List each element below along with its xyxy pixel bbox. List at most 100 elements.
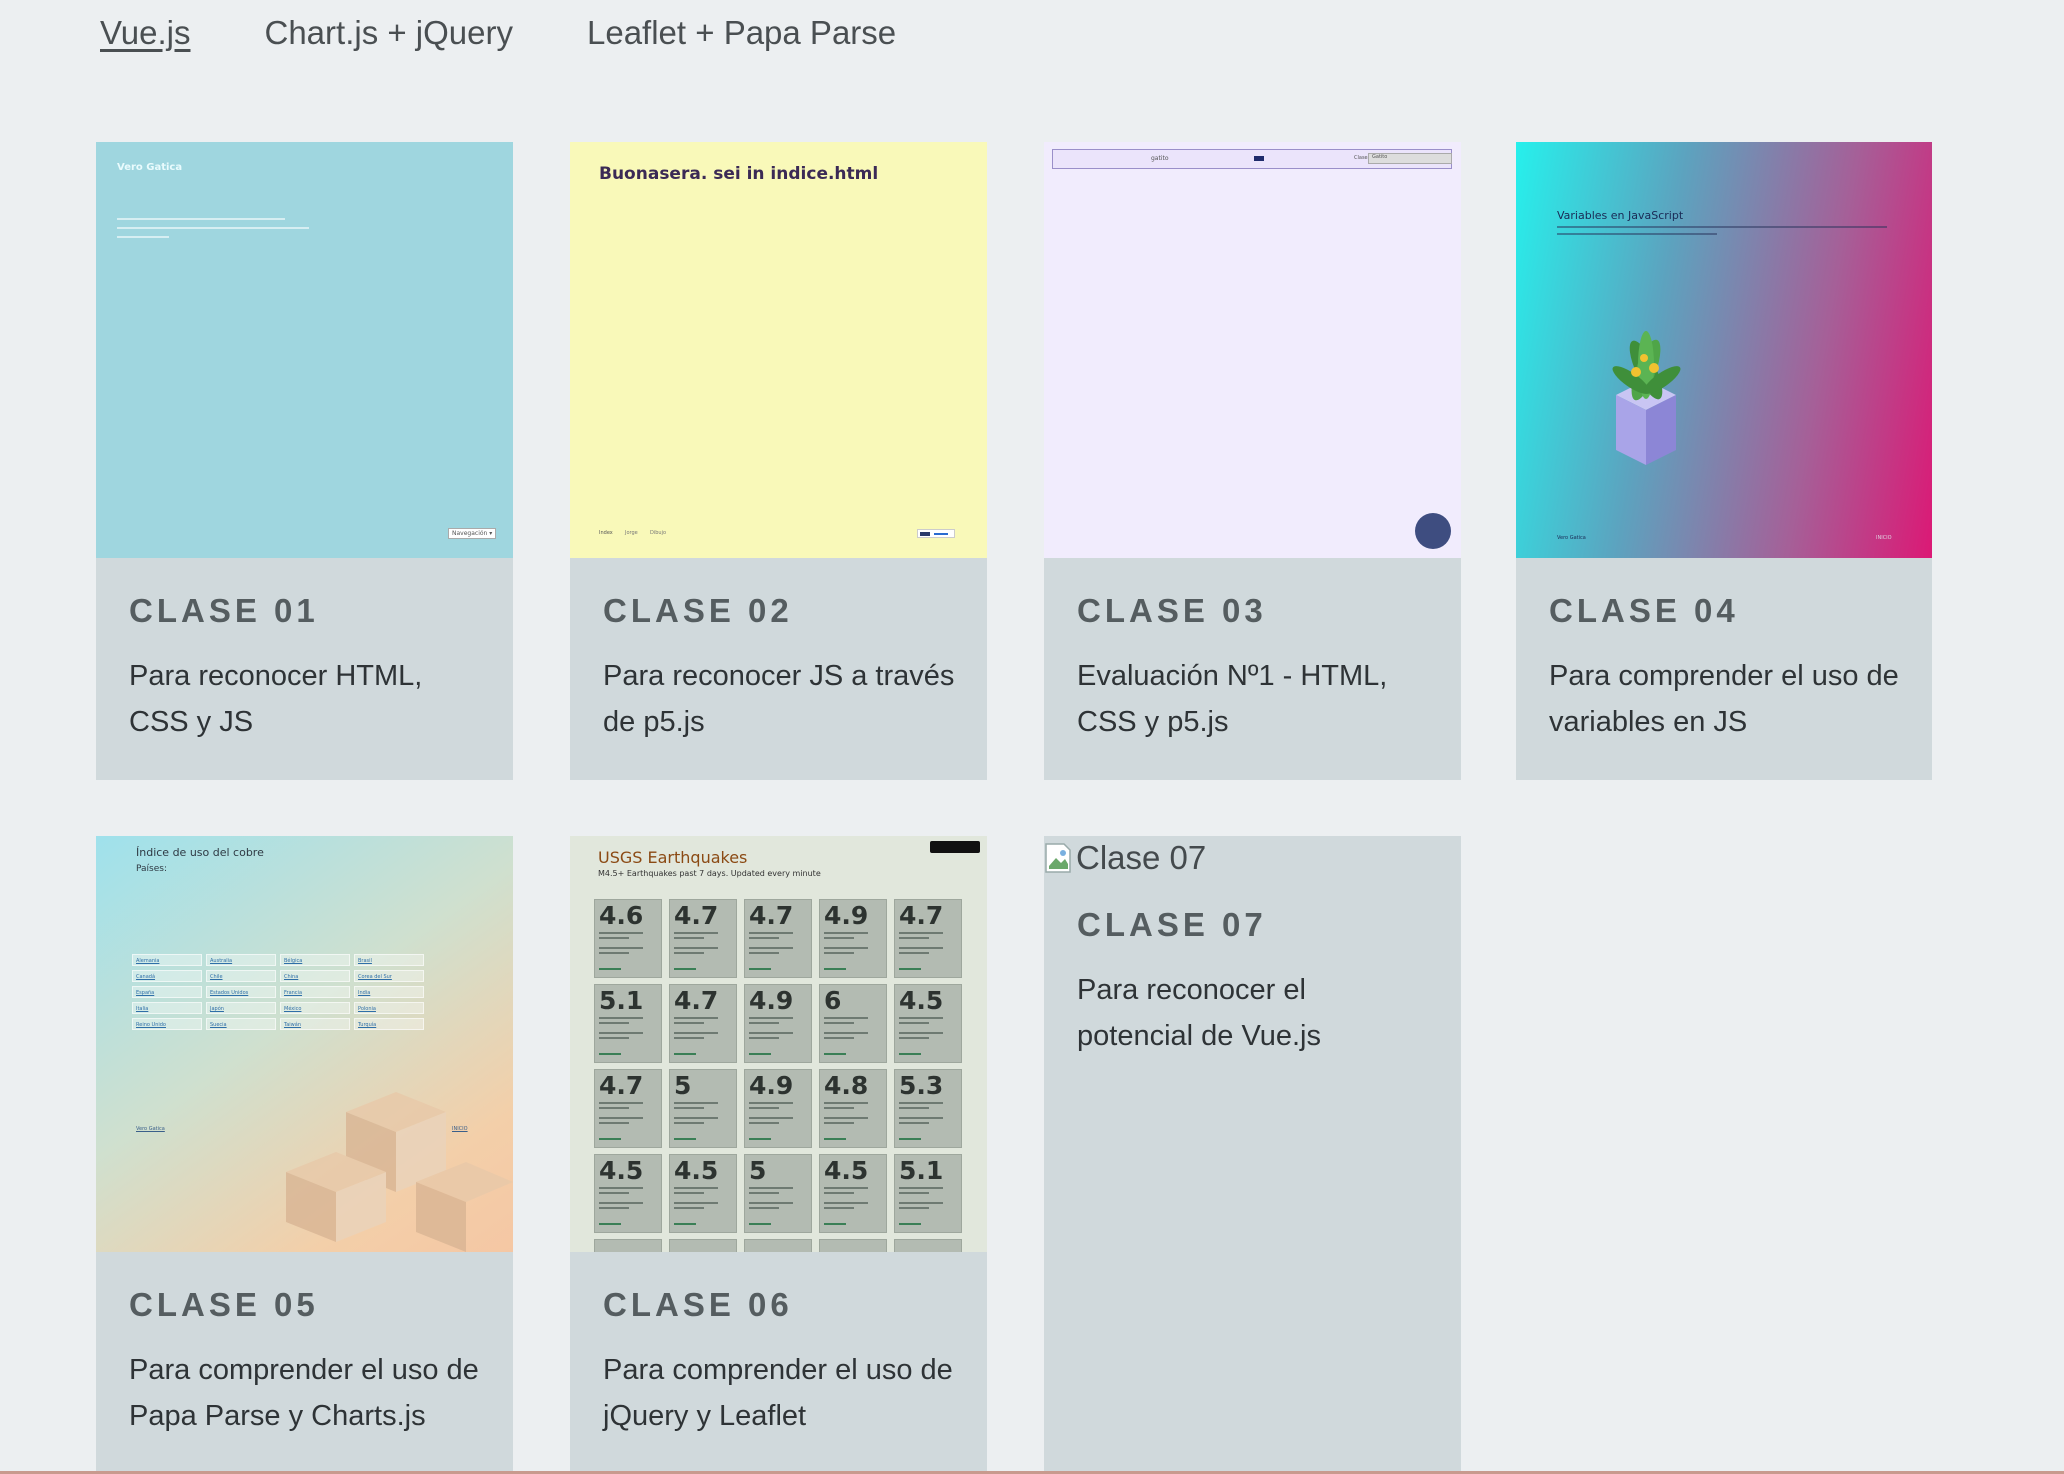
earthquake-magnitude: 4.7: [899, 901, 944, 930]
country-link: España: [132, 986, 202, 998]
earthquake-card: 4.9: [744, 1069, 812, 1148]
card-clase-06[interactable]: USGS Earthquakes M4.5+ Earthquakes past …: [570, 836, 987, 1474]
card-body: CLASE 02 Para reconocer JS a través de p…: [570, 558, 987, 780]
card-body: CLASE 01 Para reconocer HTML, CSS y JS: [96, 558, 513, 780]
earthquake-card: 4.9: [744, 984, 812, 1063]
card-clase-02[interactable]: Buonasera. sei in indice.html Index Jorg…: [570, 142, 987, 780]
thumb-title: Vero Gatica: [117, 162, 183, 173]
earthquake-magnitude: 4.7: [599, 1071, 644, 1100]
nav-leaflet-papaparse[interactable]: Leaflet + Papa Parse: [587, 14, 896, 52]
earthquake-card: 4.9: [819, 899, 887, 978]
country-link: China: [280, 970, 350, 982]
nav-chartjs-jquery[interactable]: Chart.js + jQuery: [265, 14, 514, 52]
card-clase-label: CLASE 01: [129, 592, 319, 629]
earthquake-card: 4.7: [744, 899, 812, 978]
country-link: Brasil: [354, 954, 424, 966]
country-link: Estados Unidos: [206, 986, 276, 998]
earthquake-magnitude: 4.5: [674, 1156, 719, 1185]
thumb-header-bar: gatito Clase Gatito: [1052, 149, 1452, 169]
country-link: Suecia: [206, 1018, 276, 1030]
thumb-footer-right: INICIO: [452, 1126, 468, 1132]
earthquake-card: 5.1: [594, 984, 662, 1063]
thumb-heading: Buonasera. sei in indice.html: [599, 164, 879, 184]
country-link: Canadá: [132, 970, 202, 982]
card-clase-label: CLASE 04: [1549, 592, 1739, 629]
top-nav: Vue.js Chart.js + jQuery Leaflet + Papa …: [100, 14, 896, 52]
card-clase-05[interactable]: Índice de uso del cobre Países: Alemania…: [96, 836, 513, 1474]
thumb-nav-1: Index: [599, 530, 613, 536]
thumb-heading: Índice de uso del cobre: [136, 846, 264, 859]
thumb-text-lines: [1557, 226, 1887, 235]
earthquake-card: 4.5: [594, 1154, 662, 1233]
thumb-heading: Variables en JavaScript: [1557, 209, 1684, 222]
plant-illustration: [1612, 331, 1681, 465]
earthquake-magnitude: 4.5: [824, 1156, 869, 1185]
card-clase-07[interactable]: Clase 07 CLASE 07 Para reconocer el pote…: [1044, 836, 1461, 1474]
earthquake-card: 5.3: [894, 1069, 962, 1148]
thumb-toggle: [930, 841, 980, 853]
country-link: Bélgica: [280, 954, 350, 966]
earthquake-card: 4.5: [819, 1154, 887, 1233]
card-body: CLASE 03 Evaluación Nº1 - HTML, CSS y p5…: [1044, 558, 1461, 780]
card-description: Para comprender el uso de Papa Parse y C…: [129, 1354, 479, 1432]
card-description: Para comprender el uso de jQuery y Leafl…: [603, 1354, 953, 1432]
thumb-nav-3: Dibujo: [650, 530, 667, 536]
card-clase-label: CLASE 03: [1077, 592, 1267, 629]
earthquake-magnitude: 4.7: [749, 901, 794, 930]
broken-image-icon: [1044, 842, 1074, 874]
earthquake-magnitude: 4.9: [749, 986, 794, 1015]
thumbnail-clase-06: USGS Earthquakes M4.5+ Earthquakes past …: [570, 836, 987, 1252]
card-clase-01[interactable]: Vero Gatica Navegación ▾ CLASE 01 Para r…: [96, 142, 513, 780]
earthquake-card: 4.7: [669, 984, 737, 1063]
thumb-text-block: [117, 218, 317, 238]
card-clase-03[interactable]: gatito Clase Gatito CLASE 03 Evaluación …: [1044, 142, 1461, 780]
class-grid: Vero Gatica Navegación ▾ CLASE 01 Para r…: [96, 142, 1932, 1474]
earthquake-card: 4.7: [894, 899, 962, 978]
thumb-footer-right: INICIO: [1876, 535, 1892, 541]
country-link: Japón: [206, 1002, 276, 1014]
earthquake-grid: 4.6 4.7 4.7 4.9 4.7 5.1 4.7 4.9 6 4.5 4.7 5 4.9 4.8 5.…: [594, 899, 974, 1252]
earthquake-magnitude: 4.9: [749, 1071, 794, 1100]
card-body: CLASE 04 Para comprender el uso de varia…: [1516, 558, 1932, 780]
earthquake-card: 4.5: [669, 1154, 737, 1233]
earthquake-magnitude: 4.6: [599, 901, 644, 930]
card-clase-label: CLASE 05: [129, 1286, 319, 1323]
card-clase-label: CLASE 02: [603, 592, 793, 629]
earthquake-card: 4.7: [669, 899, 737, 978]
thumbnail-clase-02: Buonasera. sei in indice.html Index Jorg…: [570, 142, 987, 558]
card-description: Para reconocer JS a través de p5.js: [603, 660, 955, 738]
earthquake-magnitude: 4.9: [824, 901, 869, 930]
earthquake-magnitude: 5.3: [899, 1071, 944, 1100]
earthquake-card: [669, 1239, 737, 1252]
thumbnail-clase-03: gatito Clase Gatito: [1044, 142, 1461, 558]
earthquake-card: 5.1: [894, 1154, 962, 1233]
thumb-circle-button: [1415, 513, 1451, 549]
card-description: Para reconocer el potencial de Vue.js: [1077, 974, 1321, 1052]
earthquake-magnitude: 5.1: [899, 1156, 944, 1185]
country-link: Francia: [280, 986, 350, 998]
thumb-nav-2: Jorge: [625, 530, 638, 536]
thumbnail-clase-07-broken: Clase 07: [1044, 836, 1461, 880]
card-description: Evaluación Nº1 - HTML, CSS y p5.js: [1077, 660, 1388, 738]
earthquake-card: [819, 1239, 887, 1252]
country-link: Reino Unido: [132, 1018, 202, 1030]
card-description: Para comprender el uso de variables en J…: [1549, 660, 1899, 738]
country-link: México: [280, 1002, 350, 1014]
country-link: Taiwán: [280, 1018, 350, 1030]
earthquake-card: [744, 1239, 812, 1252]
nav-vuejs[interactable]: Vue.js: [100, 14, 191, 52]
card-clase-04[interactable]: Variables en JavaScript Vero Gatica INIC…: [1516, 142, 1932, 780]
thumbnail-clase-05: Índice de uso del cobre Países: Alemania…: [96, 836, 513, 1252]
broken-image-alt: Clase 07: [1076, 839, 1207, 876]
card-body: CLASE 05 Para comprender el uso de Papa …: [96, 1252, 513, 1474]
card-clase-label: CLASE 07: [1077, 906, 1267, 943]
earthquake-magnitude: 4.7: [674, 986, 719, 1015]
earthquake-magnitude: 5.1: [599, 986, 644, 1015]
country-link: Italia: [132, 1002, 202, 1014]
country-link: Chile: [206, 970, 276, 982]
earthquake-card: [894, 1239, 962, 1252]
earthquake-card: 5: [744, 1154, 812, 1233]
card-body: CLASE 06 Para comprender el uso de jQuer…: [570, 1252, 987, 1474]
earthquake-magnitude: 4.5: [599, 1156, 644, 1185]
country-link: Alemania: [132, 954, 202, 966]
